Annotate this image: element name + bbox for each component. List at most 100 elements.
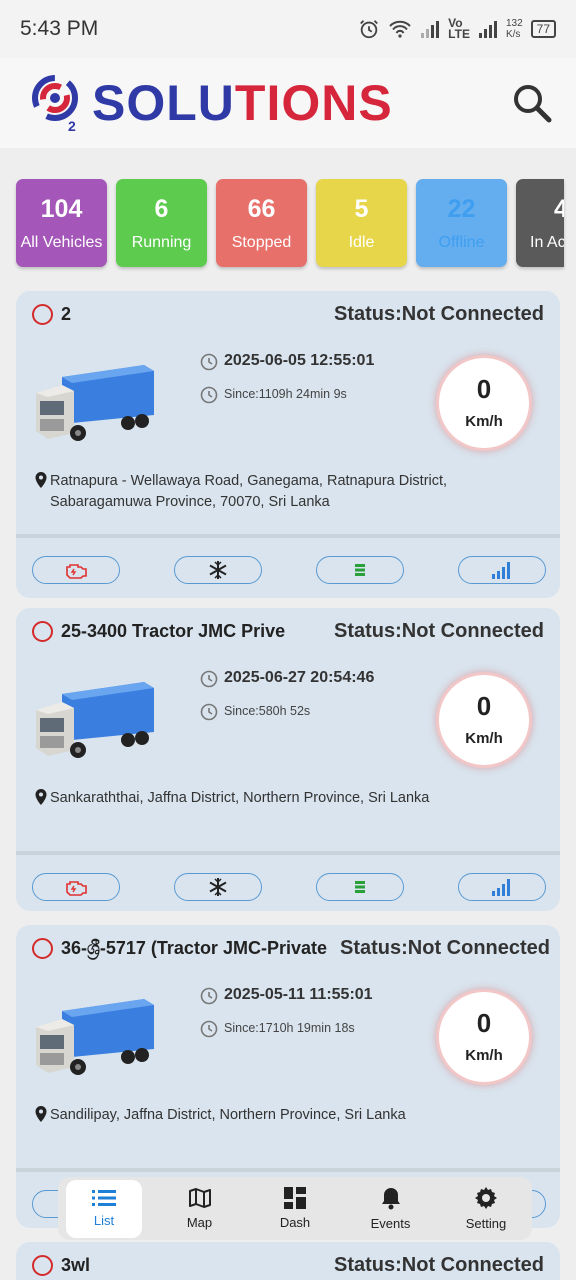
- list-icon: [92, 1190, 116, 1206]
- nav-dash-label: Dash: [279, 1215, 311, 1230]
- status-duration: Since:1710h 19min 18s: [224, 1021, 355, 1035]
- search-button[interactable]: [510, 81, 554, 125]
- last-update-time: 2025-06-05 12:55:01: [224, 352, 375, 369]
- vehicle-card[interactable]: 25-3400 Tractor JMC Prive Status:Not Con…: [16, 608, 560, 911]
- ac-button[interactable]: [174, 873, 262, 901]
- status-ring-icon: [32, 304, 53, 325]
- status-duration: Since:1109h 24min 9s: [224, 387, 347, 401]
- summary-all-vehicles[interactable]: 104 All Vehicles: [16, 179, 107, 267]
- connection-status: Status:Not Connected: [334, 620, 544, 643]
- vehicle-card[interactable]: 2 Status:Not Connected 2025-06-05 12:55:…: [16, 291, 560, 598]
- vehicle-card[interactable]: 3wl Status:Not Connected: [16, 1242, 560, 1280]
- engine-icon: [66, 881, 87, 896]
- vehicle-name: 25-3400 Tractor JMC Prive: [61, 621, 286, 641]
- logo-swirl-icon: 2: [28, 74, 86, 134]
- truck-icon: [36, 682, 154, 758]
- net-speed: 132 K/s: [505, 18, 523, 40]
- nav-setting-label: Setting: [465, 1216, 507, 1231]
- status-summary-bar: 104 All Vehicles 6 Running 66 Stopped 5 …: [16, 179, 564, 267]
- fuel-level-icon: [355, 881, 365, 893]
- duration-icon: [200, 1020, 218, 1038]
- truck-icon: [36, 999, 154, 1075]
- status-icons: Vo LTE 132 K/s 77: [358, 16, 556, 41]
- engine-button[interactable]: [32, 556, 120, 584]
- status-ring-icon: [32, 621, 53, 642]
- nav-events-label: Events: [370, 1216, 411, 1231]
- clock-icon: [200, 987, 218, 1005]
- sensor-buttons: [32, 556, 546, 584]
- signal-bars-icon: [492, 562, 510, 579]
- connection-status: Status:Not Connected: [334, 1254, 544, 1277]
- vehicle-name: 36-ශ්‍රී-5717 (Tractor JMC-Private: [61, 938, 327, 958]
- card-divider: [16, 534, 560, 538]
- speed-gauge: 0 Km/h: [439, 675, 529, 765]
- clock-icon: [200, 670, 218, 688]
- signal-icon-2: [478, 21, 497, 38]
- vehicle-name: 3wl: [61, 1255, 91, 1275]
- signal-icon: [421, 21, 440, 38]
- nav-map-label: Map: [186, 1215, 213, 1230]
- truck-icon: [36, 365, 154, 441]
- alarm-icon: [360, 20, 379, 39]
- duration-icon: [200, 386, 218, 404]
- gsm-signal-button[interactable]: [458, 873, 546, 901]
- duration-icon: [200, 703, 218, 721]
- dashboard-icon: [284, 1187, 306, 1209]
- snowflake-icon: [209, 878, 227, 896]
- engine-button[interactable]: [32, 873, 120, 901]
- engine-icon: [66, 564, 87, 579]
- status-bar: 5:43 PM Vo LTE 132 K/s 77: [0, 0, 576, 58]
- brand-name: SOLUTIONS: [92, 75, 393, 131]
- fuel-button[interactable]: [316, 556, 404, 584]
- volte-badge: Vo LTE: [448, 16, 470, 41]
- nav-list-label: List: [93, 1213, 115, 1228]
- summary-idle[interactable]: 5 Idle: [316, 179, 407, 267]
- last-update-time: 2025-05-11 11:55:01: [224, 986, 373, 1003]
- bottom-navigation: List Map Dash Events Setting: [58, 1177, 532, 1240]
- nav-map[interactable]: Map: [162, 1180, 238, 1238]
- connection-status: Status:Not Connected: [340, 937, 550, 960]
- gsm-signal-button[interactable]: [458, 556, 546, 584]
- location-pin-icon: [35, 789, 47, 805]
- summary-stopped[interactable]: 66 Stopped: [216, 179, 307, 267]
- card-divider: [16, 851, 560, 855]
- vehicle-address: Sandilipay, Jaffna District, Northern Pr…: [50, 1107, 406, 1123]
- speed-gauge: 0 Km/h: [439, 992, 529, 1082]
- app-header: 2 SOLUTIONS: [0, 58, 576, 148]
- ac-button[interactable]: [174, 556, 262, 584]
- status-duration: Since:580h 52s: [224, 704, 311, 718]
- card-divider: [16, 1168, 560, 1172]
- status-ring-icon: [32, 1255, 53, 1276]
- status-ring-icon: [32, 938, 53, 959]
- summary-offline[interactable]: 22 Offline: [416, 179, 507, 267]
- gear-icon: [475, 1187, 497, 1209]
- location-pin-icon: [35, 472, 47, 488]
- brand-logo: 2 SOLUTIONS: [28, 74, 393, 134]
- vehicle-list-screen: 104 All Vehicles 6 Running 66 Stopped 5 …: [0, 148, 576, 1280]
- speed-gauge: 0 Km/h: [439, 358, 529, 448]
- summary-running[interactable]: 6 Running: [116, 179, 207, 267]
- nav-setting[interactable]: Setting: [448, 1180, 524, 1238]
- sensor-buttons: [32, 873, 546, 901]
- nav-events[interactable]: Events: [353, 1180, 429, 1238]
- clock-icon: [200, 353, 218, 371]
- nav-list[interactable]: List: [66, 1179, 142, 1238]
- summary-inactive[interactable]: 4 In Ac: [516, 179, 564, 267]
- bell-icon: [381, 1188, 400, 1210]
- fuel-level-icon: [355, 564, 365, 576]
- signal-bars-icon: [492, 879, 510, 896]
- nav-dash[interactable]: Dash: [257, 1180, 333, 1238]
- connection-status: Status:Not Connected: [334, 303, 544, 326]
- vehicle-address: Sankaraththai, Jaffna District, Northern…: [50, 790, 430, 806]
- wifi-icon: [389, 20, 411, 38]
- snowflake-icon: [209, 561, 227, 579]
- fuel-button[interactable]: [316, 873, 404, 901]
- search-icon: [514, 85, 552, 123]
- map-icon: [188, 1188, 211, 1208]
- last-update-time: 2025-06-27 20:54:46: [224, 669, 375, 686]
- vehicle-address: Ratnapura - Wellawaya Road, Ganegama, Ra…: [50, 473, 448, 510]
- location-pin-icon: [35, 1106, 47, 1122]
- vehicle-name: 2: [61, 304, 72, 324]
- logo-subscript: 2: [68, 118, 76, 134]
- battery-indicator: 77: [530, 20, 556, 38]
